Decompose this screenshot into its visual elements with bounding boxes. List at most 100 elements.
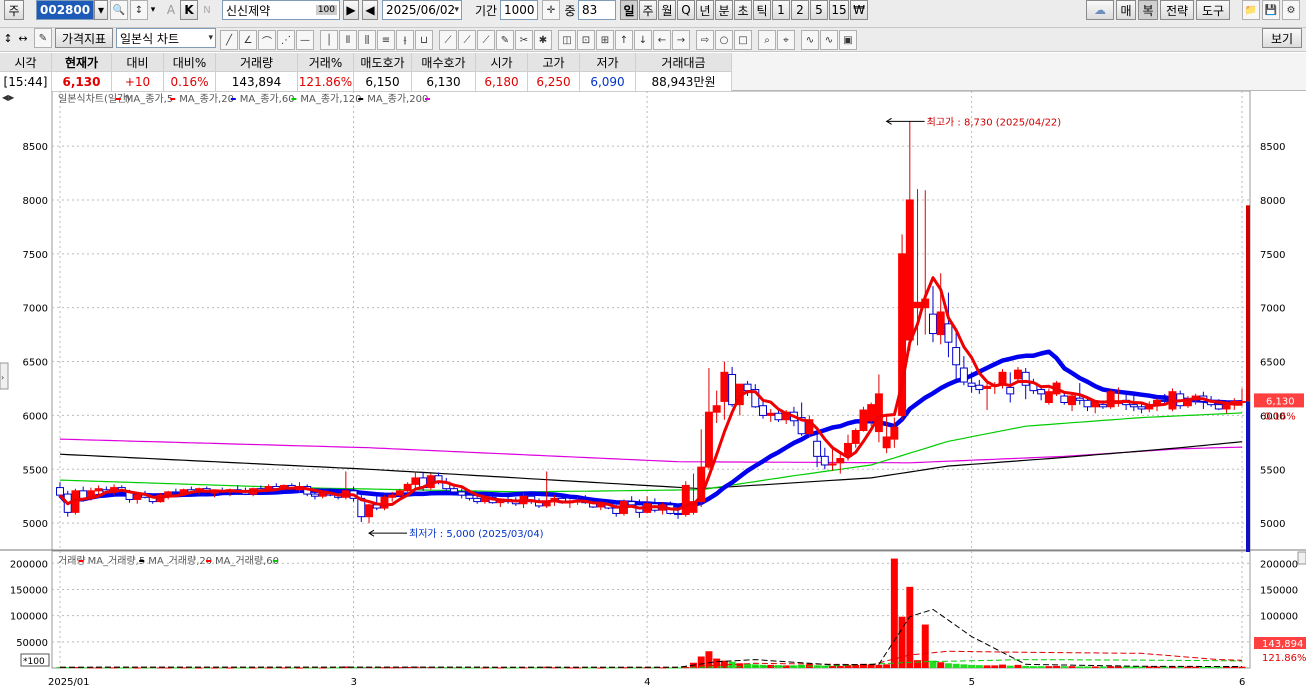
draw-tool-icon[interactable]: ↑ xyxy=(615,30,633,50)
draw-tool-icon[interactable]: ╱ xyxy=(220,30,238,50)
draw-tool-icon[interactable]: ⫲ xyxy=(396,30,414,50)
scroll-arrows-icon[interactable]: ◀▶ xyxy=(2,93,15,102)
candle-body xyxy=(851,429,860,444)
draw-tool-icon[interactable]: ⟋ xyxy=(477,30,495,50)
cycle-tab-11[interactable]: 15 xyxy=(829,0,849,20)
draw-tool-icon[interactable]: □ xyxy=(734,30,752,50)
indicator-button[interactable]: 가격지표 xyxy=(55,28,113,48)
draw-tool-icon[interactable]: ▣ xyxy=(839,30,857,50)
arrow-up-down-icon[interactable]: ↕ xyxy=(2,28,14,48)
right-button-3[interactable]: 도구 xyxy=(1196,0,1230,20)
draw-tool-icon[interactable]: ∿ xyxy=(801,30,819,50)
volume-tick-right: 100000 xyxy=(1260,612,1298,623)
chart-type-select[interactable]: 일본식 차트 xyxy=(116,28,216,48)
cycle-tab-2[interactable]: 월 xyxy=(658,0,676,20)
a-button[interactable]: A xyxy=(163,0,179,20)
right-expand-handle[interactable] xyxy=(1297,551,1306,565)
quote-header-5: 거래% xyxy=(298,53,354,72)
cycle-tab-3[interactable]: Q xyxy=(677,0,695,20)
k-button[interactable]: K xyxy=(180,0,198,20)
right-button-0[interactable]: 매 xyxy=(1116,0,1136,20)
draw-tool-icon[interactable]: ∠ xyxy=(239,30,257,50)
weather-button[interactable]: ☁ xyxy=(1086,0,1114,20)
draw-tool-icon[interactable]: ⇨ xyxy=(696,30,714,50)
cycle-tab-10[interactable]: 5 xyxy=(810,0,828,20)
draw-tool-icon[interactable]: ⋰ xyxy=(277,30,295,50)
draw-tool-icon[interactable]: ✱ xyxy=(534,30,552,50)
draw-tool-icon[interactable]: ✎ xyxy=(496,30,514,50)
search-icon[interactable]: 🔍 xyxy=(110,0,128,20)
volume-bar xyxy=(1130,666,1138,668)
volume-bar xyxy=(1122,666,1130,668)
draw-tool-icon[interactable]: ⌒ xyxy=(258,30,276,50)
right-button-1[interactable]: 복 xyxy=(1138,0,1158,20)
cycle-tab-4[interactable]: 년 xyxy=(696,0,714,20)
cycle-tab-1[interactable]: 주 xyxy=(639,0,657,20)
draw-tool-icon[interactable]: ∿ xyxy=(820,30,838,50)
draw-tool-icon[interactable]: — xyxy=(296,30,314,50)
stock-name-input[interactable]: 신신제약 100 xyxy=(222,0,340,20)
draw-tool-icon[interactable]: ✂ xyxy=(515,30,533,50)
folder-icon[interactable]: 📁 xyxy=(1242,0,1260,20)
arrow-left-right-icon[interactable]: ↔ xyxy=(15,28,31,48)
view-button[interactable]: 보기 xyxy=(1262,28,1302,48)
draw-tool-icon[interactable]: → xyxy=(672,30,690,50)
candle-body xyxy=(813,440,822,457)
draw-tool-icon[interactable]: ⫴ xyxy=(339,30,357,50)
draw-tool-icon[interactable]: ○ xyxy=(715,30,733,50)
cycle-tab-0[interactable]: 일 xyxy=(620,0,638,20)
next-stock-button[interactable]: ▶ xyxy=(343,0,359,20)
candle-body xyxy=(859,409,868,431)
mode-button[interactable]: 주 xyxy=(4,0,24,20)
draw-tool-icon[interactable]: ⫼ xyxy=(358,30,376,50)
crosshair-icon[interactable]: ✛ xyxy=(542,0,560,20)
draw-tool-icon[interactable]: ⊞ xyxy=(596,30,614,50)
edit-icon[interactable]: ✎ xyxy=(34,28,52,48)
save-icon[interactable]: 💾 xyxy=(1262,0,1280,20)
settings-icon[interactable]: ⚙ xyxy=(1282,0,1300,20)
period-input[interactable]: 1000 xyxy=(500,0,538,20)
candlestick-chart[interactable]: ◀▶›5000 50005500 55006000 60006500 65007000 7… xyxy=(0,90,1306,690)
quote-value-label: 88,943만원 xyxy=(651,75,716,89)
quote-header-7: 매수호가 xyxy=(412,53,476,72)
code-dropdown-button[interactable]: ▾ xyxy=(94,0,108,20)
draw-tool-icon[interactable]: ⌖ xyxy=(777,30,795,50)
cycle-tab-6[interactable]: 초 xyxy=(734,0,752,20)
n-button[interactable]: N xyxy=(200,0,214,20)
draw-tool-icon[interactable]: ↓ xyxy=(634,30,652,50)
stock-code-input[interactable]: 002800 xyxy=(36,0,94,20)
cycle-tab-8[interactable]: 1 xyxy=(772,0,790,20)
cycle-tab-9[interactable]: 2 xyxy=(791,0,809,20)
cycle-tab-7[interactable]: 틱 xyxy=(753,0,771,20)
draw-tool-icon[interactable]: ≡ xyxy=(377,30,395,50)
draw-tool-icon[interactable]: ⟋ xyxy=(458,30,476,50)
n-label: N xyxy=(203,4,211,16)
price-panel-frame xyxy=(51,90,1251,554)
price-tick-right: 5000 xyxy=(1260,519,1285,530)
date-input[interactable]: 2025/06/02 xyxy=(382,0,462,20)
draw-tool-icon[interactable]: ← xyxy=(653,30,671,50)
candle-body xyxy=(882,436,891,449)
view-label: 보기 xyxy=(1270,31,1294,46)
volume-bar xyxy=(999,664,1006,668)
cycle-tab-5[interactable]: 분 xyxy=(715,0,733,20)
legend-swatch xyxy=(425,98,430,100)
draw-tool-icon[interactable]: │ xyxy=(320,30,338,50)
prev-stock-button[interactable]: ◀ xyxy=(362,0,378,20)
sort-icon[interactable]: ↕ xyxy=(130,0,148,20)
draw-tool-icon[interactable]: ⊡ xyxy=(577,30,595,50)
draw-tool-icon[interactable]: ⌕ xyxy=(758,30,776,50)
candle-body xyxy=(1238,400,1246,403)
draw-tool-icon[interactable]: ⟋ xyxy=(439,30,457,50)
mid-input[interactable]: 83 xyxy=(578,0,616,20)
right-button-label: 복 xyxy=(1142,3,1154,18)
cycle-tab-label: Q xyxy=(681,3,691,17)
current-price-label: 6,130 xyxy=(1266,396,1295,407)
draw-tool-icon[interactable]: ◫ xyxy=(558,30,576,50)
volume-legend-item: MA_거래량,20 xyxy=(148,555,212,567)
draw-tool-icon[interactable]: ⊔ xyxy=(415,30,433,50)
sort-dropdown-icon[interactable]: ▾ xyxy=(148,0,158,20)
cycle-tab-12[interactable]: ₩ xyxy=(850,0,868,20)
right-button-2[interactable]: 전략 xyxy=(1160,0,1194,20)
candle-body xyxy=(820,455,829,466)
